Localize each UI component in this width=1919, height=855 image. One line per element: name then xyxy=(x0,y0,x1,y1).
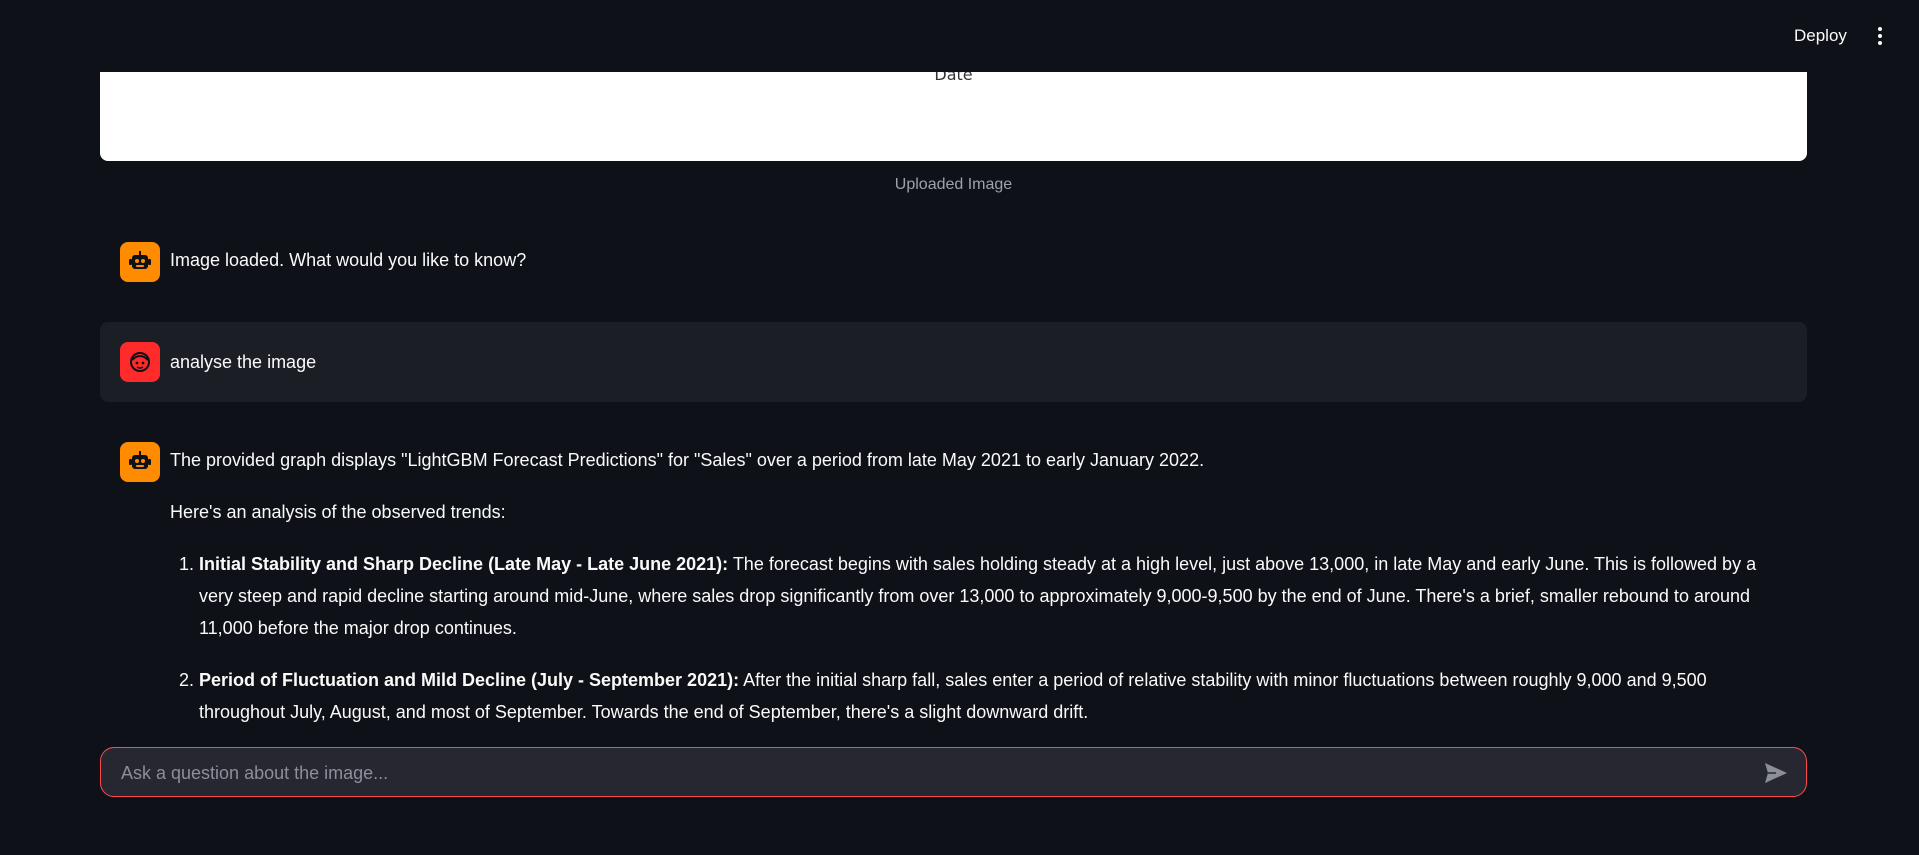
robot-icon xyxy=(120,242,160,282)
send-icon[interactable] xyxy=(1762,759,1790,787)
chat-input-container xyxy=(100,747,1807,798)
list-item-heading: Period of Fluctuation and Mild Decline (… xyxy=(199,670,740,690)
chat-input[interactable] xyxy=(119,748,1723,798)
list-item-heading: Initial Stability and Sharp Decline (Lat… xyxy=(199,554,729,574)
app-header: Deploy xyxy=(0,0,1919,72)
deploy-button[interactable]: Deploy xyxy=(1786,22,1855,50)
chat-message-assistant: Image loaded. What would you like to kno… xyxy=(100,236,1807,286)
list-item: Period of Fluctuation and Mild Decline (… xyxy=(199,664,1787,728)
chart-x-axis-label: Date xyxy=(934,72,973,84)
message-body: The provided graph displays "LightGBM Fo… xyxy=(170,444,1787,748)
user-face-icon xyxy=(120,342,160,382)
robot-icon xyxy=(120,442,160,482)
chat-message-user: analyse the image xyxy=(100,322,1807,402)
analysis-list: Initial Stability and Sharp Decline (Lat… xyxy=(170,548,1787,728)
main-menu-kebab-icon[interactable] xyxy=(1868,22,1892,50)
message-intro: The provided graph displays "LightGBM Fo… xyxy=(170,450,1205,470)
list-item: Initial Stability and Sharp Decline (Lat… xyxy=(199,548,1787,644)
chat-message-assistant: The provided graph displays "LightGBM Fo… xyxy=(100,436,1807,736)
uploaded-image: Date xyxy=(100,72,1807,161)
message-text: Image loaded. What would you like to kno… xyxy=(170,250,527,270)
message-text: analyse the image xyxy=(170,352,317,372)
image-caption: Uploaded Image xyxy=(894,176,1013,193)
message-lead: Here's an analysis of the observed trend… xyxy=(170,502,506,522)
